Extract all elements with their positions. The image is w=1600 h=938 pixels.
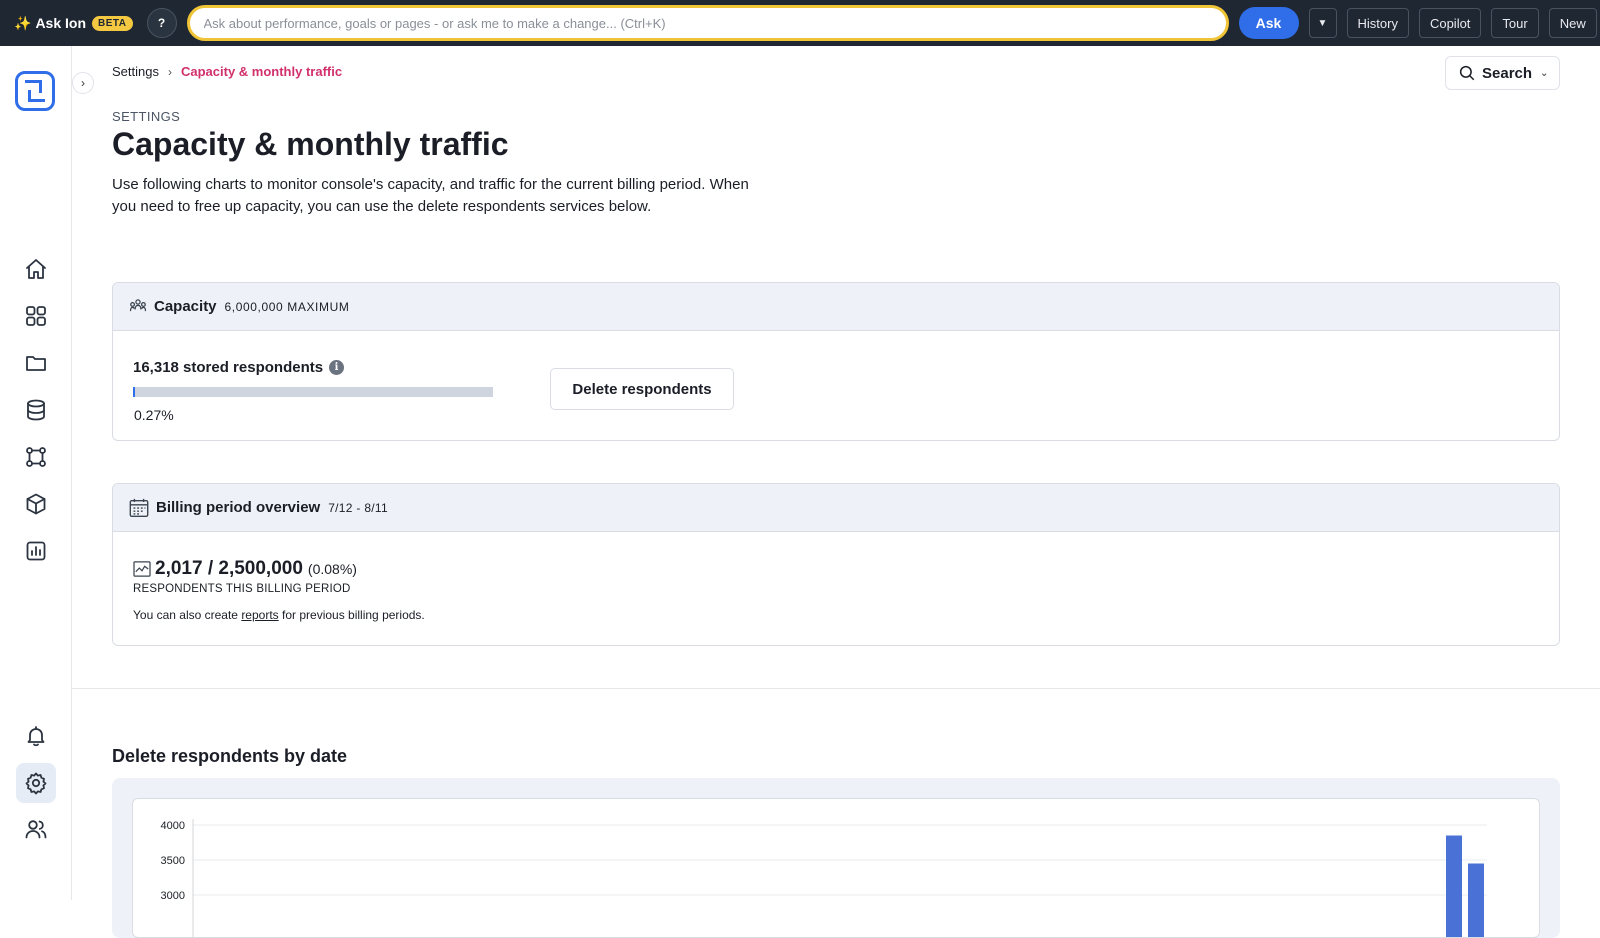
billing-count-row: 2,017 / 2,500,000 (0.08%) <box>133 558 357 580</box>
analytics-chart-icon[interactable] <box>16 531 56 571</box>
billing-percent: (0.08%) <box>308 561 357 577</box>
users-icon[interactable] <box>16 809 56 849</box>
billing-period-card: Billing period overview 7/12 - 8/11 2,01… <box>112 483 1560 646</box>
history-button[interactable]: History <box>1347 8 1409 38</box>
integrations-icon[interactable] <box>16 437 56 477</box>
search-button[interactable]: Search ⌄ <box>1445 56 1560 90</box>
billing-count-label: RESPONDENTS THIS BILLING PERIOD <box>133 583 351 595</box>
section-divider <box>72 688 1600 689</box>
help-button[interactable]: ? <box>147 8 177 38</box>
capacity-card-header: Capacity 6,000,000 MAXIMUM <box>113 283 1559 331</box>
chevron-down-icon: ⌄ <box>1540 68 1548 79</box>
app-logo-icon[interactable] <box>15 71 55 111</box>
delete-respondents-button[interactable]: Delete respondents <box>550 368 734 410</box>
copilot-button[interactable]: Copilot <box>1419 8 1481 38</box>
capacity-body: 16,318 stored respondents i 0.27% Delete… <box>113 331 1559 440</box>
capacity-maximum: 6,000,000 MAXIMUM <box>225 300 350 314</box>
expand-sidebar-chevron-icon[interactable]: › <box>72 72 94 94</box>
beta-badge: BETA <box>92 16 132 31</box>
settings-gear-icon[interactable] <box>16 763 56 803</box>
stored-respondents-count: 16,318 stored respondents i <box>133 359 344 376</box>
main-content: Settings › Capacity & monthly traffic Se… <box>72 46 1600 900</box>
ask-ion-label: Ask Ion <box>35 15 86 31</box>
info-icon[interactable]: i <box>329 360 344 375</box>
y-tick-label-4000: 4000 <box>161 820 185 832</box>
chart-bar-1[interactable] <box>1446 836 1462 938</box>
breadcrumb-current: Capacity & monthly traffic <box>181 64 342 79</box>
top-bar: ✨ Ask Ion BETA ? Ask ▼ History Copilot T… <box>0 0 1600 46</box>
breadcrumb: Settings › Capacity & monthly traffic <box>112 64 342 79</box>
billing-title: Billing period overview <box>156 499 320 516</box>
billing-card-header: Billing period overview 7/12 - 8/11 <box>113 484 1559 532</box>
respondents-group-icon <box>128 297 148 317</box>
ask-options-dropdown[interactable]: ▼ <box>1309 8 1337 38</box>
cube-icon[interactable] <box>16 484 56 524</box>
tour-button[interactable]: Tour <box>1491 8 1538 38</box>
capacity-card: Capacity 6,000,000 MAXIMUM 16,318 stored… <box>112 282 1560 441</box>
ask-input[interactable] <box>204 16 1212 31</box>
calendar-icon <box>128 497 150 519</box>
capacity-percent: 0.27% <box>134 407 174 423</box>
delete-chart-frame: 4000 3500 3000 <box>132 798 1540 938</box>
y-tick-label-3000: 3000 <box>161 890 185 902</box>
y-tick-label-3500: 3500 <box>161 855 185 867</box>
notifications-bell-icon[interactable] <box>16 716 56 756</box>
ask-input-wrapper <box>187 5 1229 41</box>
search-icon <box>1458 64 1476 82</box>
billing-note-suffix: for previous billing periods. <box>282 608 425 622</box>
ask-ion-brand[interactable]: ✨ Ask Ion BETA <box>14 15 133 32</box>
billing-note-prefix: You can also create <box>133 608 238 622</box>
chart-bar-2[interactable] <box>1468 864 1484 938</box>
capacity-progress-bar <box>133 387 493 397</box>
billing-respondent-count: 2,017 / 2,500,000 <box>155 558 303 580</box>
delete-chart-panel: 4000 3500 3000 <box>112 778 1560 938</box>
page-eyebrow: SETTINGS <box>112 109 180 124</box>
delete-by-date-title: Delete respondents by date <box>112 746 347 767</box>
sparkle-icon: ✨ <box>14 15 31 32</box>
reports-link[interactable]: reports <box>241 608 278 622</box>
page-title: Capacity & monthly traffic <box>112 126 509 163</box>
delete-respondents-chart: 4000 3500 3000 <box>133 799 1540 938</box>
breadcrumb-chevron-icon: › <box>168 65 172 79</box>
new-button[interactable]: New <box>1549 8 1597 38</box>
page-description: Use following charts to monitor console'… <box>112 174 752 218</box>
line-chart-icon <box>133 561 151 577</box>
stored-respondents-label: 16,318 stored respondents <box>133 359 323 376</box>
folder-icon[interactable] <box>16 343 56 383</box>
ask-button[interactable]: Ask <box>1239 7 1299 39</box>
database-icon[interactable] <box>16 390 56 430</box>
billing-note: You can also create reports for previous… <box>133 608 425 622</box>
dashboard-grid-icon[interactable] <box>16 296 56 336</box>
home-icon[interactable] <box>16 249 56 289</box>
capacity-title: Capacity <box>154 298 217 315</box>
breadcrumb-settings-link[interactable]: Settings <box>112 64 159 79</box>
capacity-progress-fill <box>133 387 135 397</box>
billing-period-range: 7/12 - 8/11 <box>328 501 388 515</box>
search-label: Search <box>1482 65 1532 82</box>
billing-body: 2,017 / 2,500,000 (0.08%) RESPONDENTS TH… <box>113 532 1559 645</box>
left-navigation <box>0 46 72 900</box>
